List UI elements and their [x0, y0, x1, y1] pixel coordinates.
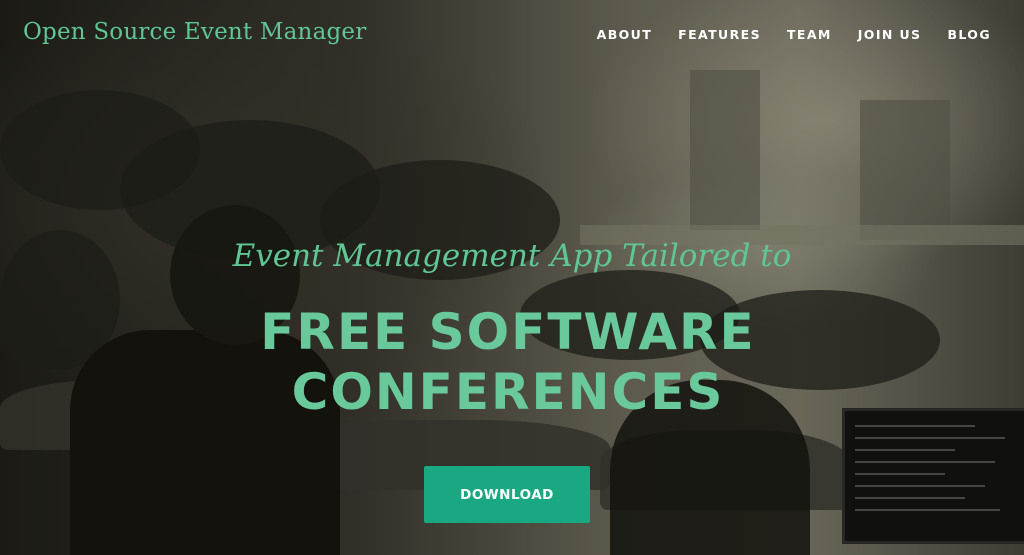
main-nav: ABOUT FEATURES TEAM JOIN US BLOG [597, 27, 991, 42]
brand-logo-link[interactable]: Open Source Event Manager [23, 19, 366, 45]
nav-join-us[interactable]: JOIN US [858, 27, 922, 42]
hero-tagline: Event Management App Tailored to [232, 238, 792, 274]
nav-team[interactable]: TEAM [787, 27, 832, 42]
nav-blog[interactable]: BLOG [947, 27, 991, 42]
hero-headline-line-2: CONFERENCES [291, 363, 725, 421]
hero-headline-line-1: FREE SOFTWARE [260, 303, 756, 361]
nav-about[interactable]: ABOUT [597, 27, 653, 42]
download-button[interactable]: DOWNLOAD [424, 466, 590, 523]
nav-features[interactable]: FEATURES [678, 27, 761, 42]
hero-headline: FREE SOFTWARE CONFERENCES [0, 302, 1016, 422]
